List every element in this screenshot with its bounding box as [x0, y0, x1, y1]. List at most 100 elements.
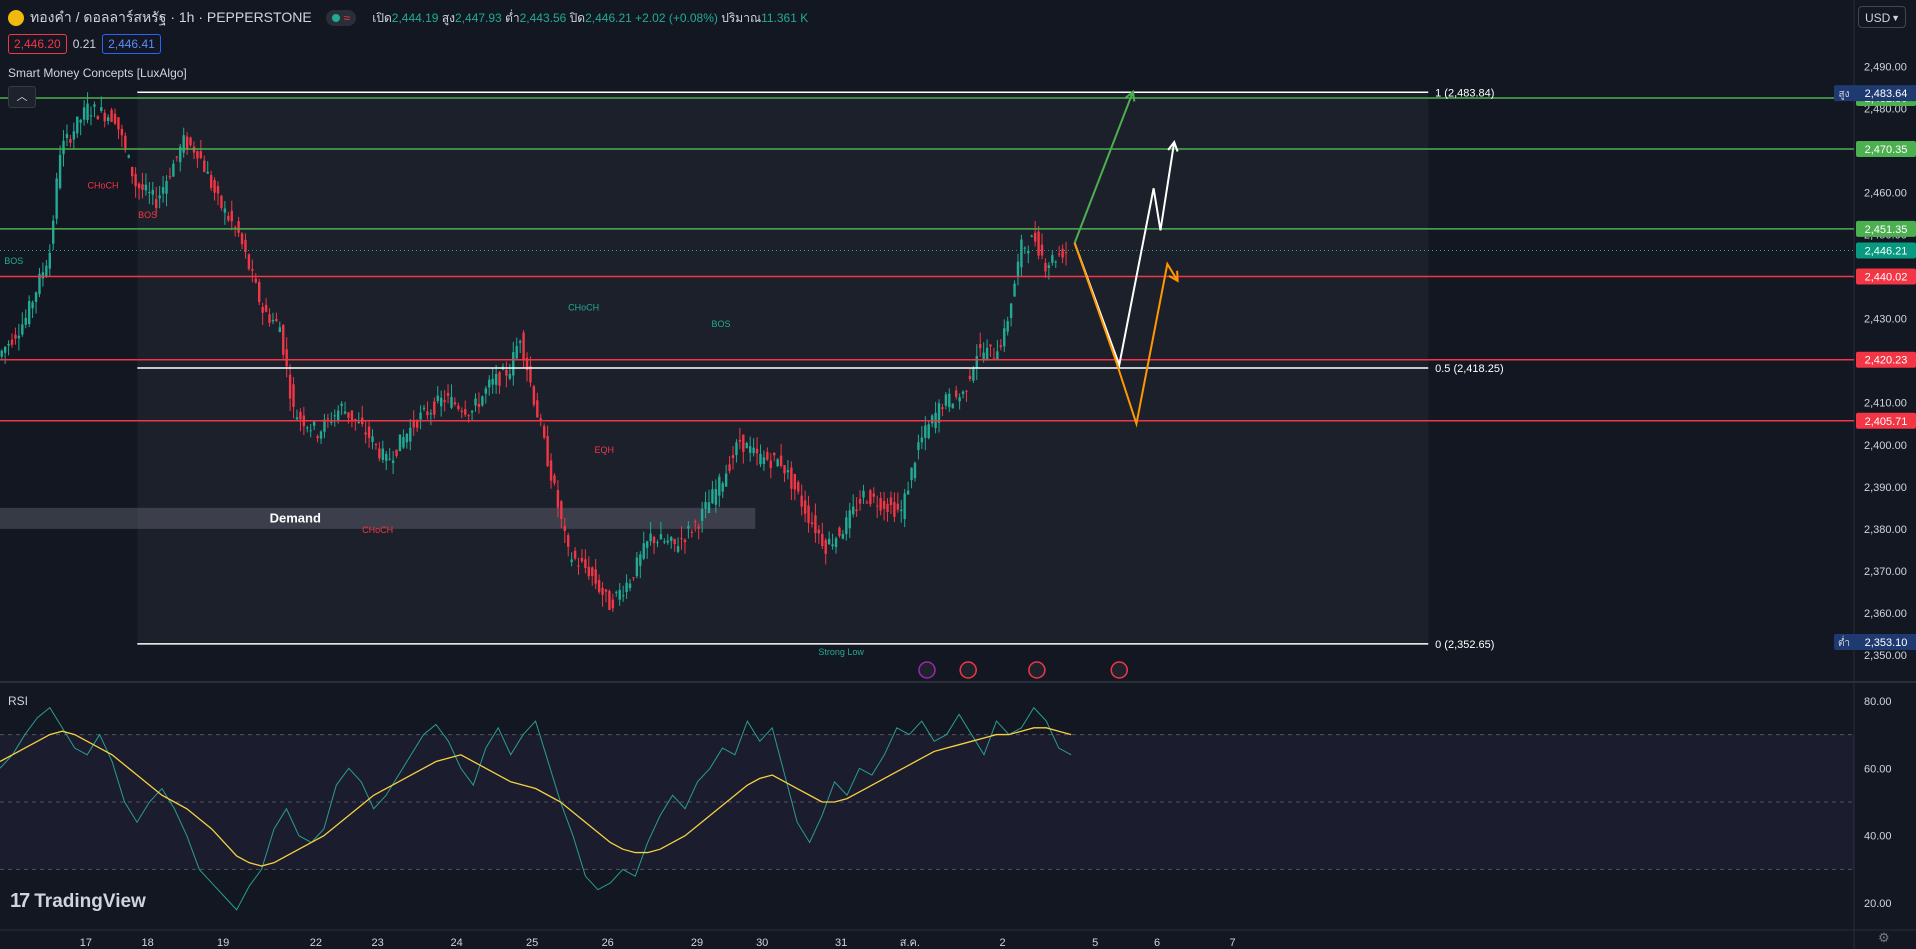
candle-body	[512, 352, 515, 376]
candle-body	[426, 411, 429, 416]
candle-body	[155, 199, 158, 209]
candle-body	[587, 566, 591, 577]
candle-body	[663, 541, 666, 543]
rsi-title[interactable]: RSI	[8, 694, 28, 708]
candle-body	[1057, 253, 1061, 255]
candle-body	[484, 388, 488, 394]
candle-body	[748, 446, 752, 453]
candle-body	[402, 437, 405, 448]
candle-body	[570, 559, 573, 563]
candle-body	[124, 135, 127, 149]
candle-body	[985, 347, 989, 360]
sell-button[interactable]: 2,446.20	[8, 34, 67, 54]
candle-body	[336, 410, 340, 421]
candle-body	[944, 394, 948, 406]
candle-body	[755, 448, 759, 454]
candle-body	[1064, 252, 1068, 254]
price-axis-tick: 2,430.00	[1864, 314, 1907, 326]
candle-body	[144, 184, 148, 191]
candle-body	[954, 390, 958, 397]
time-axis-tick: 26	[602, 937, 614, 949]
candle-body	[1047, 265, 1051, 269]
candle-body	[546, 436, 549, 467]
candle-body	[975, 356, 978, 368]
candle-body	[549, 460, 553, 481]
candle-body	[52, 220, 55, 244]
candle-body	[439, 397, 443, 407]
chart-canvas[interactable]: Demand2,490.002,480.002,470.002,460.002,…	[0, 0, 1916, 949]
buy-button[interactable]: 2,446.41	[102, 34, 161, 54]
rsi-axis-tick: 20.00	[1864, 898, 1892, 910]
candle-body	[604, 589, 608, 592]
candle-body	[948, 393, 951, 408]
candle-body	[206, 171, 209, 174]
candle-body	[670, 537, 673, 541]
candle-body	[1006, 321, 1009, 332]
us-flag-event-icon	[1110, 661, 1129, 679]
currency-select[interactable]: USD ▼	[1858, 6, 1906, 28]
candle-body	[783, 465, 786, 474]
candle-body	[618, 589, 621, 600]
candle-body	[563, 525, 566, 531]
candle-body	[577, 565, 580, 567]
candle-body	[1016, 261, 1020, 277]
candle-body	[498, 372, 501, 386]
candle-body	[834, 538, 838, 548]
rsi-axis-tick: 80.00	[1864, 696, 1892, 708]
candle-body	[292, 384, 295, 407]
red-level-label: 2,440.02	[1865, 272, 1908, 284]
candle-body	[611, 599, 615, 609]
red-level-label: 2,405.71	[1865, 416, 1908, 428]
symbol-title[interactable]: ทองคำ / ดอลลาร์สหรัฐ · 1h · PEPPERSTONE	[30, 7, 312, 29]
candle-body	[930, 415, 934, 424]
fib-label: 1 (2,483.84)	[1435, 87, 1494, 99]
tradingview-logo[interactable]: 17 TradingView	[10, 890, 146, 913]
candle-body	[567, 535, 570, 547]
time-axis-tick: ส.ค.	[900, 937, 920, 949]
candle-body	[89, 115, 93, 117]
candle-body	[223, 208, 227, 213]
candle-body	[831, 544, 834, 547]
candle-body	[100, 107, 103, 111]
candle-body	[766, 452, 769, 460]
candle-body	[343, 411, 347, 414]
candle-body	[645, 541, 649, 548]
gold-icon	[8, 10, 24, 26]
candle-body	[937, 403, 941, 423]
candle-body	[666, 540, 669, 543]
candle-body	[906, 490, 910, 495]
ohlc-values: เปิด2,444.19 สูง2,447.93 ต่ำ2,443.56 ปิด…	[372, 10, 809, 25]
candle-body	[371, 436, 374, 442]
candle-body	[580, 557, 584, 562]
settings-icon[interactable]: ⚙	[1878, 930, 1890, 946]
candle-body	[591, 567, 594, 576]
collapse-indicators-button[interactable]: ︿	[8, 86, 36, 108]
candle-body	[491, 378, 494, 385]
candle-body	[422, 407, 426, 410]
time-axis-tick: 31	[835, 937, 847, 949]
candle-body	[127, 155, 130, 158]
chevron-up-icon: ︿	[16, 91, 28, 103]
brand-name: TradingView	[34, 890, 146, 912]
red-level-label: 2,420.23	[1865, 355, 1908, 367]
candle-body	[718, 476, 721, 496]
candle-body	[347, 412, 350, 418]
candle-body	[340, 403, 343, 406]
candle-body	[711, 489, 714, 504]
candle-body	[17, 335, 21, 339]
candle-body	[927, 424, 930, 438]
candle-body	[680, 538, 683, 540]
rsi-axis-tick: 60.00	[1864, 763, 1892, 775]
candle-body	[443, 400, 446, 402]
candle-body	[326, 418, 330, 420]
candle-body	[1033, 232, 1037, 242]
candle-body	[433, 401, 436, 415]
market-status[interactable]: ≈	[325, 10, 357, 26]
low-marker-label: ต่ำ	[1838, 635, 1850, 649]
candle-body	[745, 443, 748, 449]
candle-body	[896, 503, 900, 510]
indicator-title[interactable]: Smart Money Concepts [LuxAlgo]	[8, 66, 187, 80]
candle-body	[165, 181, 168, 194]
candle-body	[1020, 239, 1023, 268]
candle-body	[378, 448, 381, 459]
